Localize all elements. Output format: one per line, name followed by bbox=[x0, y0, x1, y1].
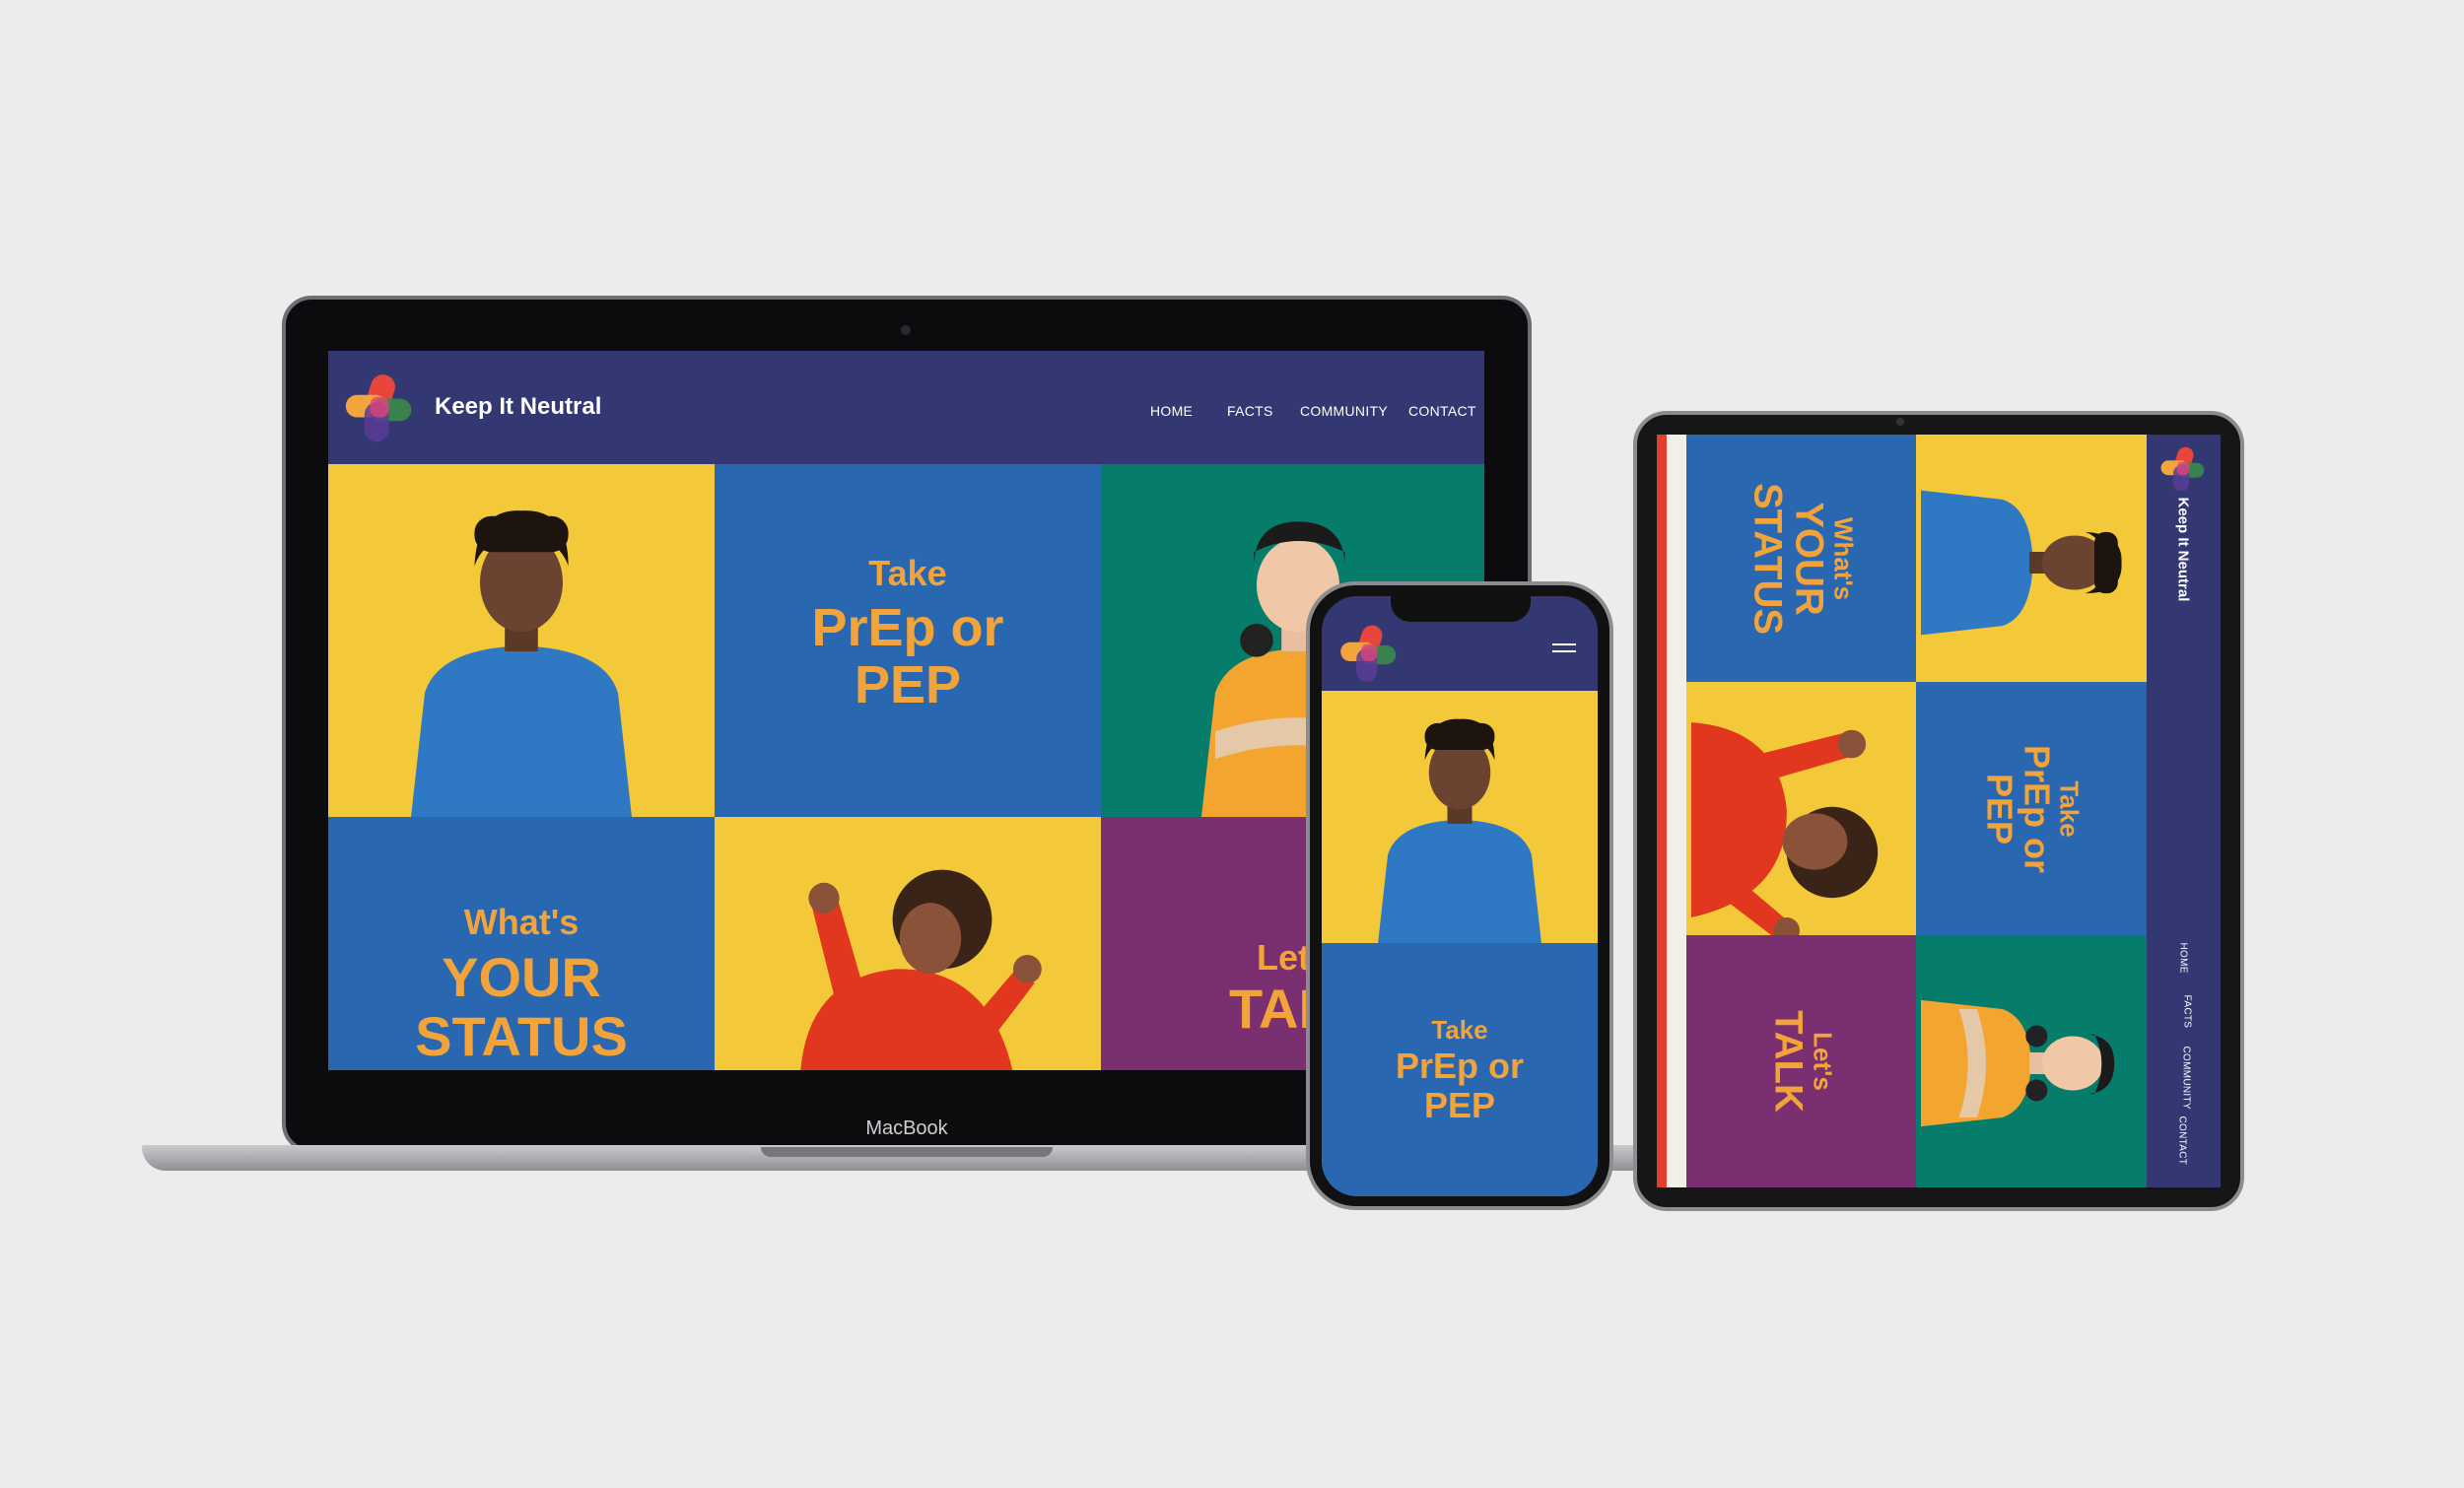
person-photo bbox=[1351, 701, 1568, 943]
status-line3: STATUS bbox=[1745, 482, 1789, 635]
nav-facts[interactable]: FACTS bbox=[1227, 403, 1273, 419]
phone-screen: Take PrEp or PEP bbox=[1322, 596, 1598, 1196]
nav-contact[interactable]: CONTACT bbox=[2177, 1116, 2188, 1188]
tile-photo-girl-red[interactable] bbox=[715, 817, 1101, 1070]
tablet-tile-talk[interactable]: Let's TALK bbox=[1686, 935, 1916, 1187]
status-line2: YOUR bbox=[1786, 501, 1830, 616]
hamburger-icon[interactable] bbox=[1552, 643, 1576, 652]
webcam-icon bbox=[901, 325, 911, 335]
tablet-tile-photo-boy-blue[interactable] bbox=[1916, 435, 2147, 682]
laptop-opening-notch bbox=[761, 1147, 1053, 1157]
tablet-camera-icon bbox=[1896, 418, 1904, 426]
side-strip bbox=[1657, 435, 1686, 1187]
brand-name[interactable]: Keep It Neutral bbox=[2175, 498, 2192, 665]
prep-line1: Take bbox=[2054, 779, 2085, 838]
prep-line2: PrEp or bbox=[811, 598, 1004, 657]
prep-line2: PrEp or bbox=[1395, 1046, 1525, 1086]
tablet-tile-prep[interactable]: Take PrEp or PEP bbox=[1916, 682, 2147, 935]
status-line1: What's bbox=[463, 902, 580, 942]
status-line3: STATUS bbox=[415, 1005, 628, 1067]
tablet-screen: What's YOUR STATUS Let's TALK Take PrEp … bbox=[1657, 435, 2221, 1187]
tablet-side-nav: Keep It Neutral HOME FACTS COMMUNITY CON… bbox=[2147, 435, 2221, 1187]
tile-status[interactable]: What's YOUR STATUS bbox=[328, 817, 715, 1070]
status-line2: YOUR bbox=[442, 946, 601, 1008]
prep-line3: PEP bbox=[854, 655, 962, 714]
prep-line3: PEP bbox=[1979, 773, 2020, 845]
brand-name[interactable]: Keep It Neutral bbox=[435, 393, 601, 421]
tile-photo-boy-blue[interactable] bbox=[328, 464, 715, 817]
tile-prep[interactable]: Take PrEp or PEP bbox=[715, 464, 1101, 817]
status-line1: What's bbox=[1828, 516, 1859, 600]
tablet-tile-photo-boy-orange[interactable] bbox=[1916, 935, 2147, 1187]
person-photo bbox=[1691, 687, 1908, 935]
person-photo bbox=[1921, 960, 2138, 1167]
phone-notch bbox=[1391, 594, 1531, 622]
tablet-brand-wrap: Keep It Neutral bbox=[2168, 498, 2198, 671]
prep-line2: PrEp or bbox=[2017, 744, 2058, 873]
nav-contact[interactable]: CONTACT bbox=[1408, 403, 1476, 419]
person-photo bbox=[383, 484, 659, 817]
keep-it-neutral-logo[interactable] bbox=[1337, 622, 1401, 685]
prep-line1: Take bbox=[868, 553, 947, 593]
nav-community[interactable]: COMMUNITY bbox=[1300, 403, 1388, 419]
prep-line1: Take bbox=[1431, 1015, 1488, 1045]
phone-tile-prep[interactable]: Take PrEp or PEP bbox=[1322, 943, 1598, 1196]
keep-it-neutral-logo[interactable] bbox=[2158, 444, 2208, 494]
phone-tile-photo-boy-blue[interactable] bbox=[1322, 691, 1598, 943]
talk-line2: TALK bbox=[1765, 1010, 1810, 1113]
keep-it-neutral-logo[interactable] bbox=[342, 371, 417, 445]
person-photo bbox=[724, 837, 1089, 1070]
person-photo bbox=[1921, 459, 2138, 666]
tablet-tile-photo-girl[interactable] bbox=[1686, 682, 1916, 935]
prep-line3: PEP bbox=[1423, 1085, 1496, 1125]
nav-home[interactable]: HOME bbox=[1150, 403, 1193, 419]
laptop-brand-label: MacBook bbox=[865, 1117, 948, 1139]
tablet-tile-status[interactable]: What's YOUR STATUS bbox=[1686, 435, 1916, 682]
talk-line1: Let's bbox=[1808, 1032, 1838, 1091]
site-header: Keep It Neutral HOME FACTS COMMUNITY CON… bbox=[328, 351, 1484, 464]
